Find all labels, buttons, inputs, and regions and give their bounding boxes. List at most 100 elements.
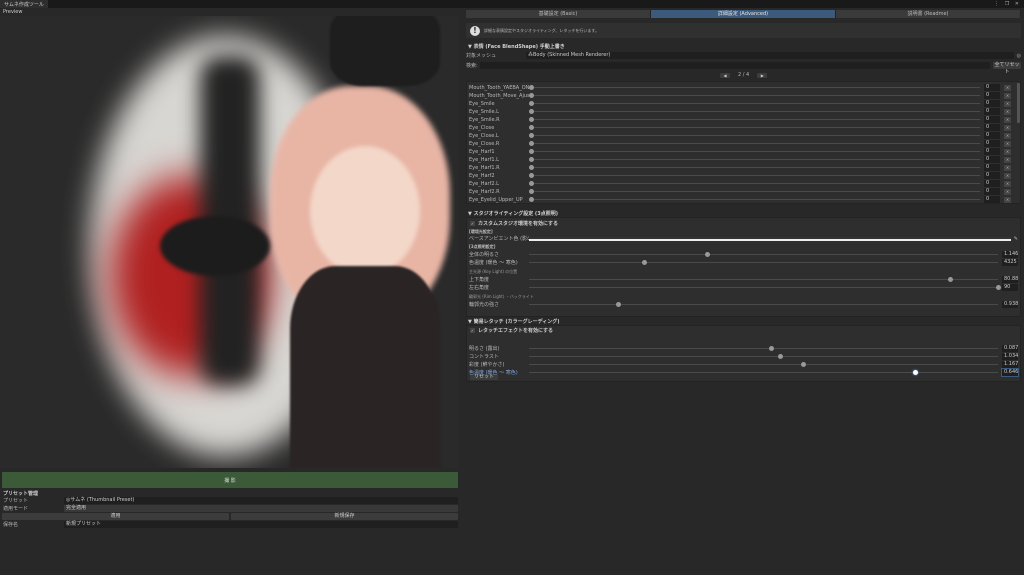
slider-value-field[interactable]: 4325 [1002,259,1018,266]
slider-value-field[interactable]: 0 [984,100,1000,107]
retouch-section-header[interactable]: ▼ 簡易レタッチ (カラーグレーディング) [468,318,560,325]
slider-thumb[interactable] [529,197,534,202]
search-input[interactable] [480,62,990,69]
slider-track[interactable] [529,180,980,187]
mesh-field[interactable]: ⁂Body (Skinned Mesh Renderer) [526,52,1014,59]
reset-shape-button[interactable]: × [1004,116,1011,123]
slider-thumb[interactable] [529,157,534,162]
slider-value-field[interactable]: 0 [984,132,1000,139]
slider-track[interactable] [529,301,998,308]
slider-value-field[interactable]: 80.88 [1002,276,1018,283]
slider-value-field[interactable]: 1.034 [1002,353,1018,360]
slider-thumb[interactable] [768,346,774,351]
slider-thumb[interactable] [529,85,534,90]
slider-value-field[interactable]: 0.646 [1001,368,1019,377]
studio-section-header[interactable]: ▼ スタジオライティング設定 (3点照明) [468,210,558,217]
object-picker-icon[interactable]: ◎ [1017,53,1021,59]
reset-shape-button[interactable]: × [1004,148,1011,155]
reset-shape-button[interactable]: × [1004,156,1011,163]
slider-thumb[interactable] [996,285,1001,290]
slider-value-field[interactable]: 0 [984,92,1000,99]
studio-enable-toggle[interactable]: ✓ カスタムスタジオ環境を有効にする [470,220,558,227]
reset-shape-button[interactable]: × [1004,124,1011,131]
slider-thumb[interactable] [529,125,534,130]
slider-value-field[interactable]: 0 [984,108,1000,115]
slider-thumb[interactable] [800,362,806,367]
slider-track[interactable] [529,172,980,179]
tab-readme[interactable]: 説明書 (Readme) [836,10,1021,18]
slider-thumb[interactable] [529,181,534,186]
shoot-button[interactable]: 撮 影 [2,472,458,488]
slider-track[interactable] [529,361,998,368]
eyedropper-icon[interactable]: ✎ [1014,236,1018,242]
slider-track[interactable] [529,108,980,115]
prev-page-button[interactable]: ◀ [720,72,730,78]
reset-shape-button[interactable]: × [1004,84,1011,91]
slider-track[interactable] [529,92,980,99]
slider-value-field[interactable]: 0 [984,164,1000,171]
slider-value-field[interactable]: 0 [984,180,1000,187]
list-scrollbar[interactable] [1017,83,1020,123]
slider-thumb[interactable] [616,302,622,307]
next-page-button[interactable]: ▶ [757,72,768,78]
apply-button[interactable]: 適用 [2,513,229,520]
reset-shape-button[interactable]: × [1004,132,1011,139]
slider-track[interactable] [529,140,980,147]
slider-track[interactable] [529,353,998,360]
slider-value-field[interactable]: 0.938 [1002,301,1018,308]
slider-thumb[interactable] [529,141,534,146]
reset-all-button[interactable]: 全てリセット [993,62,1021,75]
save-new-button[interactable]: 新規保存 [231,513,458,520]
slider-track[interactable] [529,132,980,139]
slider-track[interactable] [529,345,998,352]
slider-track[interactable] [529,84,980,91]
slider-thumb[interactable] [529,109,534,114]
slider-thumb[interactable] [912,370,918,375]
preview-viewport[interactable] [0,16,458,468]
slider-value-field[interactable]: 1.146 [1002,251,1018,258]
reset-shape-button[interactable]: × [1004,188,1011,195]
tab-advanced[interactable]: 詳細設定 (Advanced) [651,10,836,18]
slider-thumb[interactable] [529,189,534,194]
slider-value-field[interactable]: 0 [984,84,1000,91]
slider-thumb[interactable] [529,149,534,154]
slider-value-field[interactable]: 1.167 [1002,361,1018,368]
slider-value-field[interactable]: 0.087 [1002,345,1018,352]
slider-track[interactable] [529,188,980,195]
slider-track[interactable] [529,116,980,123]
mode-dropdown[interactable]: 完全適用 [64,505,458,512]
reset-shape-button[interactable]: × [1004,108,1011,115]
slider-track[interactable] [529,369,998,376]
slider-thumb[interactable] [529,101,534,106]
reset-shape-button[interactable]: × [1004,100,1011,107]
tab-basic[interactable]: 基礎設定 (Basic) [466,10,651,18]
slider-thumb[interactable] [529,173,534,178]
slider-thumb[interactable] [641,260,647,265]
slider-value-field[interactable]: 90 [1002,284,1018,291]
slider-thumb[interactable] [705,252,711,257]
slider-thumb[interactable] [529,165,534,170]
window-controls[interactable]: ⋮ ❐ ✕ [994,1,1021,7]
reset-shape-button[interactable]: × [1004,164,1011,171]
slider-value-field[interactable]: 0 [984,188,1000,195]
preset-field[interactable]: ◎サムネ (Thumbnail Preset) [64,497,458,504]
slider-track[interactable] [529,148,980,155]
reset-shape-button[interactable]: × [1004,172,1011,179]
slider-value-field[interactable]: 0 [984,196,1000,203]
slider-value-field[interactable]: 0 [984,156,1000,163]
slider-thumb[interactable] [777,354,783,359]
window-tab[interactable]: サムネ作成ツール [0,0,48,8]
reset-shape-button[interactable]: × [1004,196,1011,203]
slider-track[interactable] [529,156,980,163]
face-section-header[interactable]: ▼ 表情 (Face BlendShape) 手動上書き [468,43,565,50]
slider-thumb[interactable] [529,93,534,98]
slider-track[interactable] [529,284,1001,291]
reset-shape-button[interactable]: × [1004,140,1011,147]
slider-value-field[interactable]: 0 [984,140,1000,147]
reset-shape-button[interactable]: × [1004,92,1011,99]
slider-track[interactable] [529,196,980,203]
slider-track[interactable] [529,100,980,107]
ambient-color-field[interactable] [529,236,1011,241]
slider-value-field[interactable]: 0 [984,124,1000,131]
slider-thumb[interactable] [529,133,534,138]
